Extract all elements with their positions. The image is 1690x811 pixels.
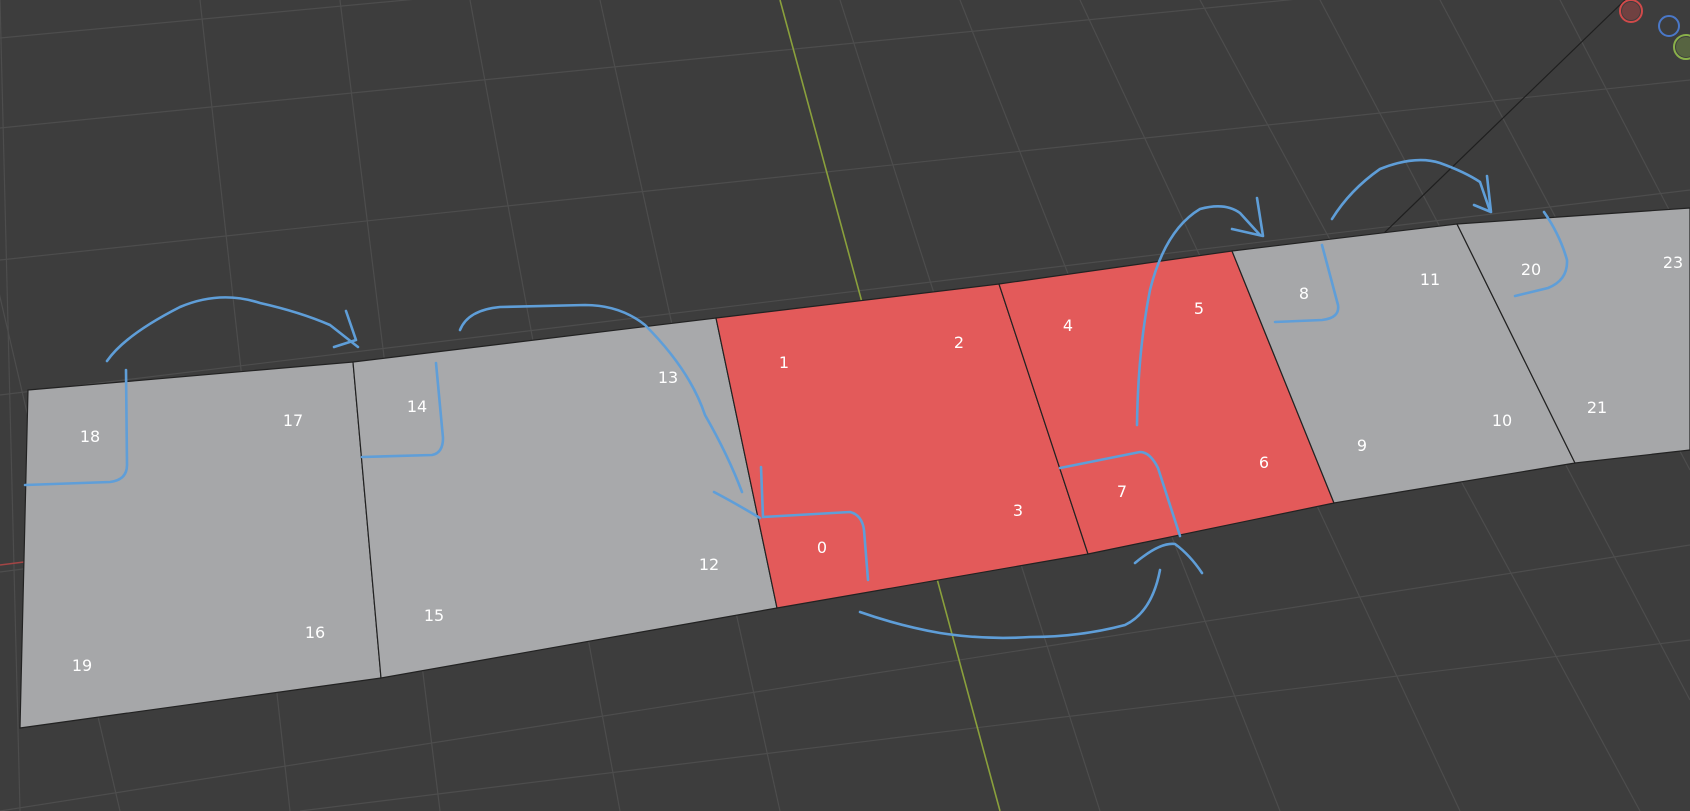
vertex-label-0: 0	[817, 538, 827, 557]
vertex-label-9: 9	[1357, 436, 1367, 455]
vertex-label-7: 7	[1117, 482, 1127, 501]
vertex-label-19: 19	[72, 656, 92, 675]
vertex-label-14: 14	[407, 397, 427, 416]
vertex-label-8: 8	[1299, 284, 1309, 303]
vertex-label-1: 1	[779, 353, 789, 372]
vertex-label-21: 21	[1587, 398, 1607, 417]
vertex-label-17: 17	[283, 411, 303, 430]
vertex-label-20: 20	[1521, 260, 1541, 279]
vertex-label-16: 16	[305, 623, 325, 642]
vertex-label-15: 15	[424, 606, 444, 625]
vertex-label-12: 12	[699, 555, 719, 574]
vertex-label-10: 10	[1492, 411, 1512, 430]
vertex-label-5: 5	[1194, 299, 1204, 318]
3d-viewport[interactable]: 0 1 2 3 4 5 6 7 8 9 10 11 12 13 14 15 16…	[0, 0, 1690, 811]
vertex-label-11: 11	[1420, 270, 1440, 289]
gizmo-x-axis-handle-fill	[1622, 2, 1640, 20]
vertex-label-18: 18	[80, 427, 100, 446]
vertex-label-3: 3	[1013, 501, 1023, 520]
vertex-label-13: 13	[658, 368, 678, 387]
vertex-label-6: 6	[1259, 453, 1269, 472]
vertex-label-23: 23	[1663, 253, 1683, 272]
vertex-label-2: 2	[954, 333, 964, 352]
vertex-label-4: 4	[1063, 316, 1073, 335]
